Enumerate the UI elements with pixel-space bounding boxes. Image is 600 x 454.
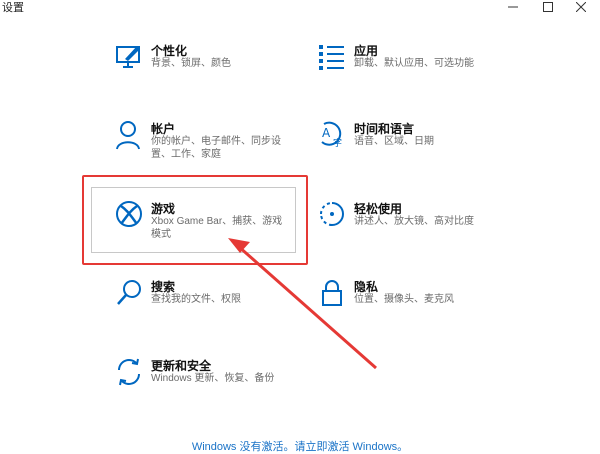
window-title: 设置: [2, 2, 24, 14]
app-list-icon: [319, 45, 344, 70]
highlight-box: [82, 175, 308, 265]
category-description: Windows 更新、恢复、备份: [151, 373, 275, 384]
category-description: 位置、摄像头、麦克风: [354, 294, 454, 305]
category-description: 查找我的文件、权限: [151, 294, 241, 305]
category-time-language[interactable]: A 字 时间和语言 语音、区域、日期: [318, 120, 508, 156]
svg-text:字: 字: [333, 137, 342, 149]
paintbrush-monitor-icon: [116, 46, 140, 68]
maximize-icon: [543, 2, 553, 12]
category-privacy[interactable]: 隐私 位置、摄像头、麦克风: [318, 278, 508, 314]
category-description: 你的帐户、电子邮件、同步设 置、工作、家庭: [151, 136, 281, 160]
category-search[interactable]: 搜索 查找我的文件、权限: [115, 278, 305, 314]
svg-text:A: A: [322, 126, 331, 140]
sync-icon: [118, 358, 140, 386]
ease-of-access-icon: [320, 202, 344, 226]
category-update-security[interactable]: 更新和安全 Windows 更新、恢复、备份: [115, 357, 305, 393]
time-language-icon: A 字: [321, 121, 342, 149]
activation-notice-link[interactable]: Windows 没有激活。请立即激活 Windows。: [0, 438, 600, 454]
search-icon: [117, 280, 141, 305]
category-apps[interactable]: 应用 卸载、默认应用、可选功能: [318, 42, 508, 78]
lock-icon: [322, 280, 342, 306]
category-description: 卸载、默认应用、可选功能: [354, 58, 474, 69]
category-description: 讲述人、放大镜、高对比度: [354, 216, 474, 227]
person-icon: [116, 121, 140, 150]
close-icon: [576, 2, 586, 12]
title-bar: 设置: [0, 0, 600, 14]
category-personalization[interactable]: 个性化 背景、锁屏、颜色: [115, 42, 305, 78]
category-accounts[interactable]: 帐户 你的帐户、电子邮件、同步设 置、工作、家庭: [115, 120, 305, 164]
close-button[interactable]: [566, 0, 596, 14]
category-description: 语音、区域、日期: [354, 136, 434, 147]
category-description: 背景、锁屏、颜色: [151, 58, 231, 69]
category-ease-of-access[interactable]: 轻松使用 讲述人、放大镜、高对比度: [318, 200, 508, 236]
minimize-icon: [508, 6, 518, 8]
maximize-button[interactable]: [533, 0, 563, 14]
minimize-button[interactable]: [498, 0, 528, 14]
